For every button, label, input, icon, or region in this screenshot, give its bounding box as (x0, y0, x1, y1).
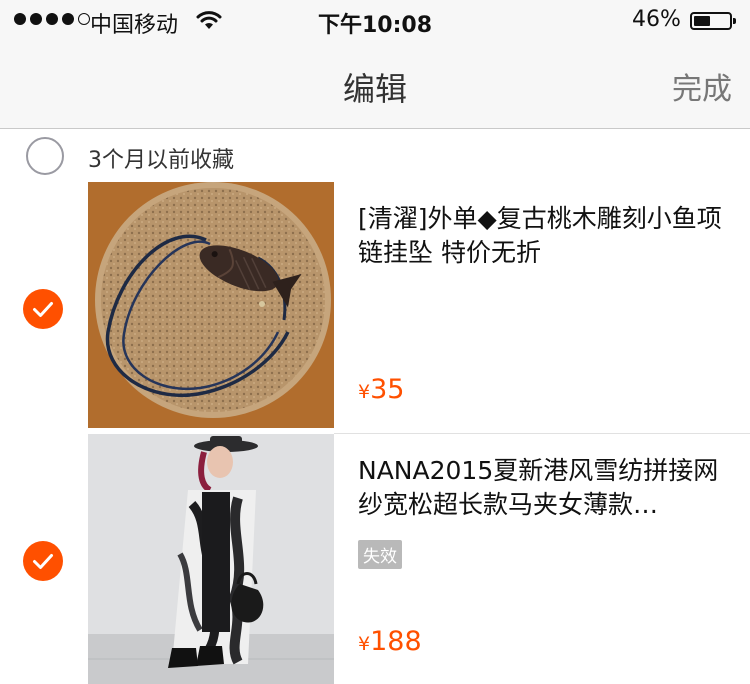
product-price: ¥188 (358, 626, 422, 657)
price-value: 35 (370, 374, 405, 405)
item-checkbox-checked[interactable] (23, 289, 63, 329)
section-header: 3个月以前收藏 (0, 129, 750, 181)
done-button[interactable]: 完成 (672, 64, 732, 108)
currency-symbol: ¥ (358, 633, 371, 655)
product-image[interactable] (88, 434, 334, 684)
battery-percent: 46% (632, 7, 681, 32)
list-item[interactable]: [清濯]外单◆复古桃木雕刻小鱼项链挂坠 特价无折 ¥35 (0, 182, 750, 428)
battery-icon (690, 12, 736, 30)
status-bar: 中国移动 下午10:08 46% (0, 0, 750, 40)
navigation-bar: 编辑 完成 (0, 40, 750, 129)
product-price: ¥35 (358, 374, 404, 405)
invalid-badge: 失效 (358, 540, 402, 569)
list-item[interactable]: NANA2015夏新港风雪纺拼接网纱宽松超长款马夹女薄款… 失效 ¥188 (0, 434, 750, 684)
section-label: 3个月以前收藏 (88, 148, 234, 173)
currency-symbol: ¥ (358, 381, 371, 403)
product-image[interactable] (88, 182, 334, 428)
price-value: 188 (370, 626, 422, 657)
select-all-checkbox[interactable] (26, 137, 64, 175)
page-title: 编辑 (342, 70, 407, 108)
check-icon (33, 302, 53, 317)
item-checkbox-checked[interactable] (23, 541, 63, 581)
check-icon (33, 554, 53, 569)
product-title[interactable]: [清濯]外单◆复古桃木雕刻小鱼项链挂坠 特价无折 (358, 202, 738, 270)
product-title[interactable]: NANA2015夏新港风雪纺拼接网纱宽松超长款马夹女薄款… (358, 454, 738, 522)
